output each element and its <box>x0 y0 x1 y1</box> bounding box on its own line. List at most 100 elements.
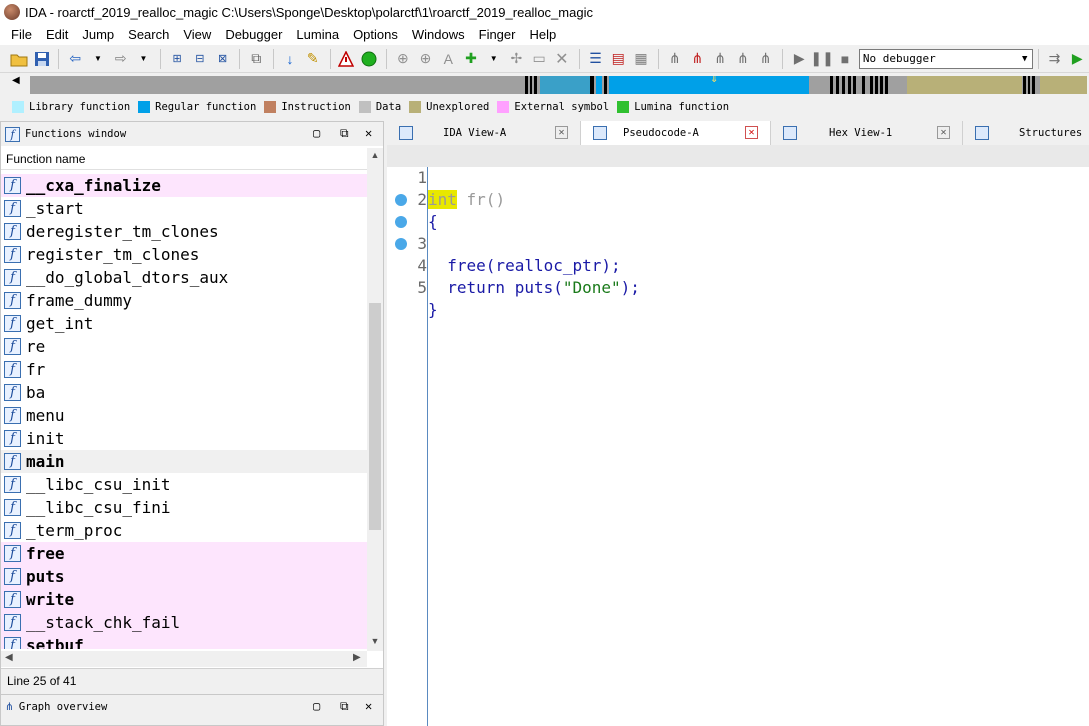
dropdown-arrow-icon[interactable]: ▼ <box>483 48 505 70</box>
code-line[interactable]: 2 { <box>387 167 1089 231</box>
graph-icon[interactable]: ⧉ <box>245 48 267 70</box>
jump-down-arrow-icon[interactable]: ↓ <box>279 48 301 70</box>
function-list-item[interactable]: f re <box>1 335 367 358</box>
function-list-item[interactable]: f __cxa_finalize <box>1 174 367 197</box>
highlight-icon[interactable]: ✎ <box>302 48 324 70</box>
save-icon[interactable] <box>31 48 53 70</box>
function-list-item[interactable]: f _term_proc <box>1 519 367 542</box>
tab-ida-view-a[interactable]: IDA View-A ✕ <box>387 121 581 145</box>
function-list-item[interactable]: f ba <box>1 381 367 404</box>
scroll-left-icon[interactable]: ◀ <box>5 652 13 663</box>
menu-help[interactable]: Help <box>522 24 563 45</box>
scroll-up-icon[interactable]: ▲ <box>367 150 383 160</box>
scroll-right-icon[interactable]: ▶ <box>353 652 361 663</box>
debugger-select[interactable]: No debugger ▼ <box>858 48 1033 69</box>
function-list-item[interactable]: f __libc_csu_fini <box>1 496 367 519</box>
code-line[interactable]: 1 int fr() <box>387 145 1089 209</box>
add-green-icon[interactable]: ✚ <box>460 48 482 70</box>
pseudocode-editor[interactable]: 1 int fr() 2 { 3 free(realloc_ptr); 4 re… <box>387 145 1089 726</box>
data-icon[interactable]: ⊕ <box>415 48 437 70</box>
float-window-icon[interactable]: ⧉ <box>340 699 349 714</box>
function-list-item[interactable]: f puts <box>1 565 367 588</box>
menu-debugger[interactable]: Debugger <box>218 24 289 45</box>
breakpoint-dot-icon[interactable] <box>395 238 407 250</box>
pause-icon[interactable]: ❚❚ <box>810 48 833 70</box>
graph-flow-icon[interactable]: ⋔ <box>664 48 686 70</box>
segments-icon[interactable]: ▤ <box>607 48 629 70</box>
green-circle-icon[interactable] <box>358 48 380 70</box>
tab-structures[interactable]: Structures <box>963 121 1089 145</box>
run-debugger-icon[interactable]: ▶ <box>1066 48 1088 70</box>
scroll-down-icon[interactable]: ▼ <box>367 636 383 646</box>
menu-view[interactable]: View <box>176 24 218 45</box>
code-line[interactable]: 5 } <box>387 233 1089 319</box>
function-list-item[interactable]: f __stack_chk_fail <box>1 611 367 634</box>
menu-edit[interactable]: Edit <box>39 24 75 45</box>
tab-close-icon[interactable]: ✕ <box>745 126 758 139</box>
tab-close-icon[interactable]: ✕ <box>937 126 950 139</box>
function-list-item[interactable]: f free <box>1 542 367 565</box>
function-name-column-header[interactable]: Function name <box>1 146 383 170</box>
warning-triangle-icon[interactable] <box>336 48 358 70</box>
code-line[interactable]: 4 return puts("Done"); <box>387 211 1089 297</box>
scrollbar-thumb[interactable] <box>369 303 381 530</box>
tab-hex-view-1[interactable]: Hex View-1 ✕ <box>771 121 963 145</box>
delete-segment-icon[interactable]: ▦ <box>630 48 652 70</box>
maximize-icon[interactable]: ▢ <box>313 126 320 140</box>
string-icon[interactable]: A <box>437 48 459 70</box>
tab-pseudocode-a[interactable]: Pseudocode-A ✕ <box>581 121 771 145</box>
struct-icon[interactable]: ✢ <box>506 48 528 70</box>
array-icon[interactable]: ▭ <box>528 48 550 70</box>
function-list-item[interactable]: f write <box>1 588 367 611</box>
function-list-item[interactable]: f register_tm_clones <box>1 243 367 266</box>
function-list-item[interactable]: f fr <box>1 358 367 381</box>
vertical-scrollbar[interactable]: ▲ ▼ <box>367 148 383 651</box>
breakpoint-dot-icon[interactable] <box>395 194 407 206</box>
function-list-item[interactable]: f __do_global_dtors_aux <box>1 266 367 289</box>
float-window-icon[interactable]: ⧉ <box>340 126 349 141</box>
function-list-item[interactable]: f get_int <box>1 312 367 335</box>
forward-arrow-icon[interactable]: ⇨ <box>110 48 132 70</box>
menu-windows[interactable]: Windows <box>405 24 472 45</box>
tab-close-icon[interactable]: ✕ <box>555 126 568 139</box>
function-list-item[interactable]: f frame_dummy <box>1 289 367 312</box>
dropdown-arrow-icon[interactable]: ▼ <box>133 48 155 70</box>
open-folder-icon[interactable] <box>8 48 30 70</box>
close-icon[interactable]: ✕ <box>365 699 372 713</box>
back-arrow-icon[interactable]: ⇦ <box>64 48 86 70</box>
navigation-bar[interactable]: ⇓ <box>30 76 1087 94</box>
close-icon[interactable]: ✕ <box>365 126 372 140</box>
function-list-item[interactable]: f _start <box>1 197 367 220</box>
binary-search-icon[interactable]: ⊞ <box>166 48 188 70</box>
function-list-item[interactable]: f setbuf <box>1 634 367 649</box>
text-search-icon[interactable]: ⊟ <box>189 48 211 70</box>
maximize-icon[interactable]: ▢ <box>313 699 320 713</box>
function-list-item[interactable]: f menu <box>1 404 367 427</box>
call-graph-icon[interactable]: ⋔ <box>709 48 731 70</box>
xrefs-to-icon[interactable]: ⋔ <box>732 48 754 70</box>
horizontal-scrollbar[interactable]: ◀ ▶ <box>1 651 367 667</box>
xrefs-from-icon[interactable]: ⋔ <box>755 48 777 70</box>
dropdown-arrow-icon[interactable]: ▼ <box>87 48 109 70</box>
functions-list-icon[interactable]: ☰ <box>585 48 607 70</box>
function-list-item[interactable]: f deregister_tm_clones <box>1 220 367 243</box>
function-list-item[interactable]: f __libc_csu_init <box>1 473 367 496</box>
play-icon[interactable]: ▶ <box>788 48 810 70</box>
attach-process-icon[interactable]: ⇉ <box>1044 48 1066 70</box>
function-list-item[interactable]: f main <box>1 450 367 473</box>
function-list-item[interactable]: f init <box>1 427 367 450</box>
undefine-icon[interactable]: ✕ <box>551 48 573 70</box>
xrefs-icon[interactable]: ⋔ <box>687 48 709 70</box>
menu-finger[interactable]: Finger <box>472 24 523 45</box>
menu-jump[interactable]: Jump <box>75 24 121 45</box>
menu-lumina[interactable]: Lumina <box>289 24 346 45</box>
code-line[interactable]: 3 free(realloc_ptr); <box>387 189 1089 275</box>
nav-left-arrow-icon[interactable]: ◀ <box>12 75 20 86</box>
breakpoint-dot-icon[interactable] <box>395 216 407 228</box>
menu-search[interactable]: Search <box>121 24 176 45</box>
code-icon[interactable]: ⊕ <box>392 48 414 70</box>
menu-options[interactable]: Options <box>346 24 405 45</box>
immediate-search-icon[interactable]: ⊠ <box>212 48 234 70</box>
menu-file[interactable]: File <box>4 24 39 45</box>
stop-icon[interactable]: ■ <box>834 48 856 70</box>
